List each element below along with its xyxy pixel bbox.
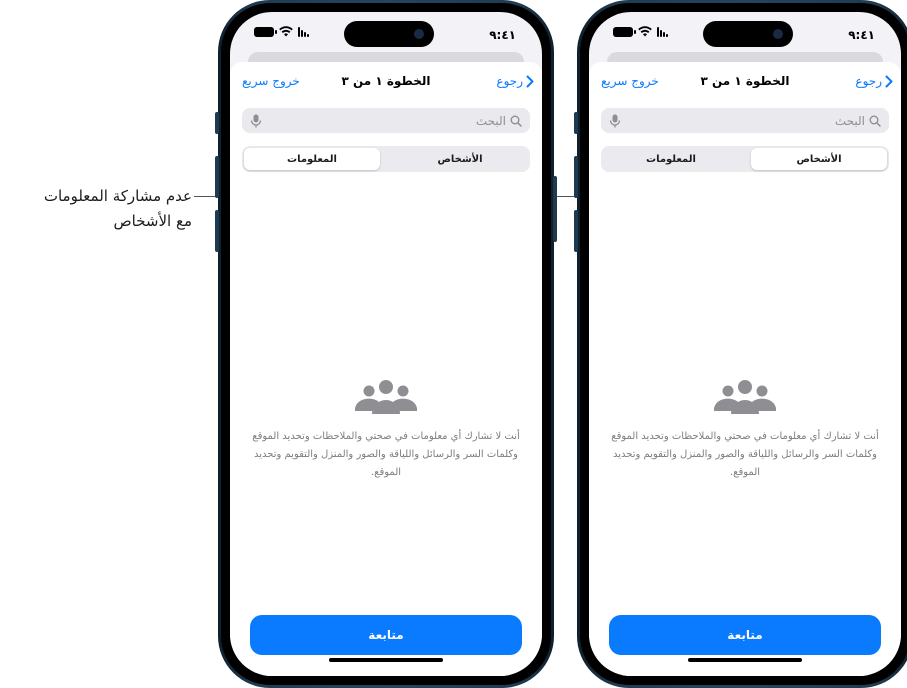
volume-down-button (574, 210, 578, 252)
volume-up-button (574, 156, 578, 198)
segmented-control: الأشخاص المعلومات (242, 146, 530, 172)
continue-button[interactable]: متابعة (609, 615, 881, 655)
status-bar: ٩:٤١ (589, 12, 901, 56)
battery-icon (613, 26, 636, 37)
battery-icon (254, 26, 277, 37)
wifi-icon (279, 26, 293, 37)
nav-bar: رجوع الخطوة ١ من ٣ خروج سريع (589, 62, 901, 104)
people-group-icon (714, 380, 776, 414)
continue-button[interactable]: متابعة (250, 615, 522, 655)
status-time: ٩:٤١ (489, 28, 516, 42)
empty-state: أنت لا تشارك أي معلومات في صحتي والملاحظ… (230, 380, 542, 482)
phone-right: ٩:٤١ رجوع الخطوة ١ من ٣ خروج سريع البحث … (574, 0, 907, 688)
search-input[interactable] (621, 113, 869, 128)
callout-line-1: عدم مشاركة المعلومات (43, 187, 192, 205)
search-input[interactable] (262, 113, 510, 128)
quick-exit-button[interactable]: خروج سريع (601, 74, 659, 88)
quick-exit-button[interactable]: خروج سريع (242, 74, 300, 88)
segmented-control: الأشخاص المعلومات (601, 146, 889, 172)
action-button (215, 112, 219, 134)
cellular-signal-icon (657, 26, 668, 37)
volume-up-button (215, 156, 219, 198)
callout: عدم مشاركة المعلومات مع الأشخاص (0, 184, 192, 234)
action-button (574, 112, 578, 134)
phone-left: ٩:٤١ رجوع الخطوة ١ من ٣ خروج سريع البحث … (215, 0, 557, 688)
power-button (553, 176, 557, 242)
segment-people[interactable]: الأشخاص (392, 148, 528, 170)
status-bar: ٩:٤١ (230, 12, 542, 56)
segment-information[interactable]: المعلومات (244, 148, 380, 170)
cellular-signal-icon (298, 26, 309, 37)
microphone-icon[interactable] (609, 114, 621, 128)
status-time: ٩:٤١ (848, 28, 875, 42)
screen: ٩:٤١ رجوع الخطوة ١ من ٣ خروج سريع البحث … (230, 12, 542, 676)
wifi-icon (638, 26, 652, 37)
nav-bar: رجوع الخطوة ١ من ٣ خروج سريع (230, 62, 542, 104)
home-indicator (688, 658, 802, 662)
dynamic-island (344, 21, 434, 47)
segment-people[interactable]: الأشخاص (751, 148, 887, 170)
empty-state-text: أنت لا تشارك أي معلومات في صحتي والملاحظ… (252, 431, 520, 478)
dynamic-island (703, 21, 793, 47)
empty-state: أنت لا تشارك أي معلومات في صحتي والملاحظ… (589, 380, 901, 482)
callout-line-2: مع الأشخاص (113, 212, 192, 230)
search-icon (869, 115, 881, 127)
search-bar[interactable] (601, 108, 889, 133)
search-icon (510, 115, 522, 127)
volume-down-button (215, 210, 219, 252)
sheet: رجوع الخطوة ١ من ٣ خروج سريع البحث الأشخ… (589, 62, 901, 676)
segment-information[interactable]: المعلومات (603, 148, 739, 170)
home-indicator (329, 658, 443, 662)
people-group-icon (355, 380, 417, 414)
empty-state-text: أنت لا تشارك أي معلومات في صحتي والملاحظ… (611, 431, 879, 478)
search-bar[interactable] (242, 108, 530, 133)
screen: ٩:٤١ رجوع الخطوة ١ من ٣ خروج سريع البحث … (589, 12, 901, 676)
microphone-icon[interactable] (250, 114, 262, 128)
sheet: رجوع الخطوة ١ من ٣ خروج سريع البحث الأشخ… (230, 62, 542, 676)
